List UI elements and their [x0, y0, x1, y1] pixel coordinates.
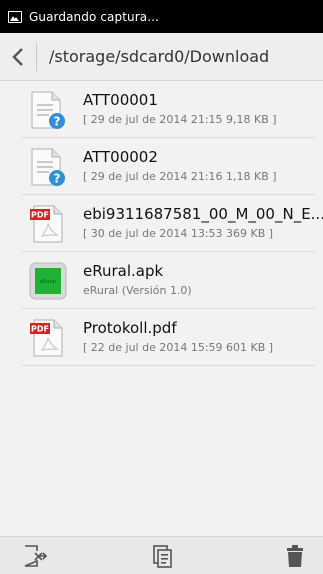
- select-all-button[interactable]: [22, 543, 48, 569]
- path-divider: [36, 42, 37, 71]
- question-badge: ?: [54, 172, 61, 186]
- file-row[interactable]: PDF ebi9311687581_00_M_00_N_E... [ 30 de…: [22, 195, 323, 252]
- apk-file-icon: eRural: [29, 262, 67, 300]
- unknown-file-icon: ?: [31, 148, 65, 186]
- screenshot-icon: [8, 10, 22, 23]
- pdf-badge: PDF: [31, 325, 49, 334]
- file-list: ? ATT00001 [ 29 de jul de 2014 21:15 9,1…: [0, 81, 323, 366]
- file-meta: [ 22 de jul de 2014 15:59 601 KB ]: [83, 341, 274, 354]
- back-button[interactable]: [0, 33, 36, 81]
- status-text: Guardando captura...: [29, 9, 159, 24]
- file-name: Protokoll.pdf: [83, 319, 177, 337]
- current-path: /storage/sdcard0/Download: [49, 47, 270, 66]
- bottom-action-bar: [0, 536, 323, 574]
- unknown-file-icon: ?: [31, 91, 65, 129]
- paste-button[interactable]: [149, 543, 175, 569]
- file-name: ATT00001: [83, 91, 158, 109]
- apk-label: eRural: [40, 279, 56, 285]
- select-all-icon: [24, 545, 48, 567]
- delete-button[interactable]: [282, 543, 308, 569]
- file-row[interactable]: eRural eRural.apk eRural (Versión 1.0): [22, 252, 315, 309]
- file-name: ATT00002: [83, 148, 158, 166]
- chevron-left-icon: [12, 47, 23, 66]
- file-row[interactable]: PDF Protokoll.pdf [ 22 de jul de 2014 15…: [22, 309, 315, 366]
- file-meta: [ 29 de jul de 2014 21:15 9,18 KB ]: [83, 113, 277, 126]
- file-meta: [ 29 de jul de 2014 21:16 1,18 KB ]: [83, 170, 277, 183]
- file-meta: eRural (Versión 1.0): [83, 284, 192, 297]
- pdf-badge: PDF: [31, 211, 49, 220]
- pdf-file-icon: PDF: [30, 205, 63, 243]
- file-row[interactable]: ? ATT00001 [ 29 de jul de 2014 21:15 9,1…: [22, 81, 315, 138]
- status-bar: Guardando captura...: [0, 0, 323, 33]
- file-meta: [ 30 de jul de 2014 13:53 369 KB ]: [83, 227, 274, 240]
- file-name: eRural.apk: [83, 262, 164, 280]
- file-row[interactable]: ? ATT00002 [ 29 de jul de 2014 21:16 1,1…: [22, 138, 315, 195]
- question-badge: ?: [54, 115, 61, 129]
- trash-icon: [287, 545, 303, 567]
- pdf-file-icon: PDF: [30, 319, 63, 357]
- file-name: ebi9311687581_00_M_00_N_E...: [83, 205, 323, 223]
- path-bar: /storage/sdcard0/Download: [0, 33, 323, 81]
- paste-icon: [153, 545, 172, 568]
